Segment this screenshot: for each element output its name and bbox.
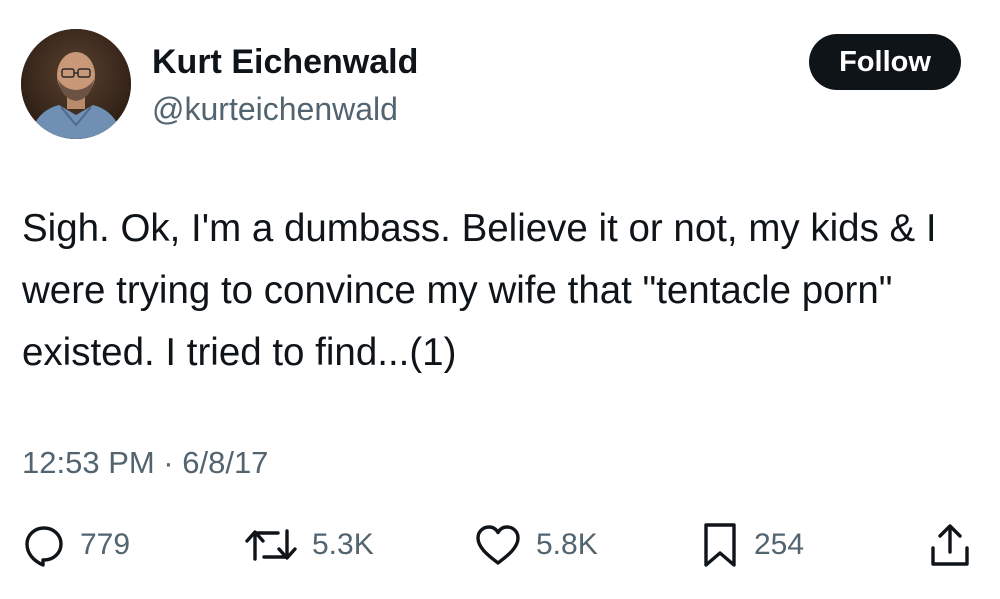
tweet-text: Sigh. Ok, I'm a dumbass. Believe it or n…: [22, 207, 937, 374]
like-button[interactable]: 5.8K: [474, 515, 598, 575]
user-handle[interactable]: @kurteichenwald: [152, 90, 398, 128]
follow-button[interactable]: Follow: [809, 34, 961, 90]
tweet-timestamp[interactable]: 12:53 PM · 6/8/17: [22, 444, 268, 482]
share-icon: [928, 522, 972, 568]
avatar[interactable]: [21, 29, 131, 139]
repost-count: 5.3K: [312, 528, 374, 561]
avatar-image: [21, 29, 131, 139]
repost-icon: [244, 523, 298, 567]
bookmark-count: 254: [754, 528, 805, 561]
display-name[interactable]: Kurt Eichenwald: [152, 42, 418, 82]
action-bar: 779 5.3K 5.8K 254: [0, 515, 1000, 575]
reply-count: 779: [80, 528, 131, 561]
repost-button[interactable]: 5.3K: [244, 515, 374, 575]
like-count: 5.8K: [536, 528, 598, 561]
reply-button[interactable]: 779: [22, 515, 130, 575]
reply-icon: [22, 523, 66, 567]
bookmark-button[interactable]: 254: [700, 515, 804, 575]
share-button[interactable]: [928, 515, 972, 575]
bookmark-icon: [700, 521, 740, 569]
heart-icon: [474, 523, 522, 567]
